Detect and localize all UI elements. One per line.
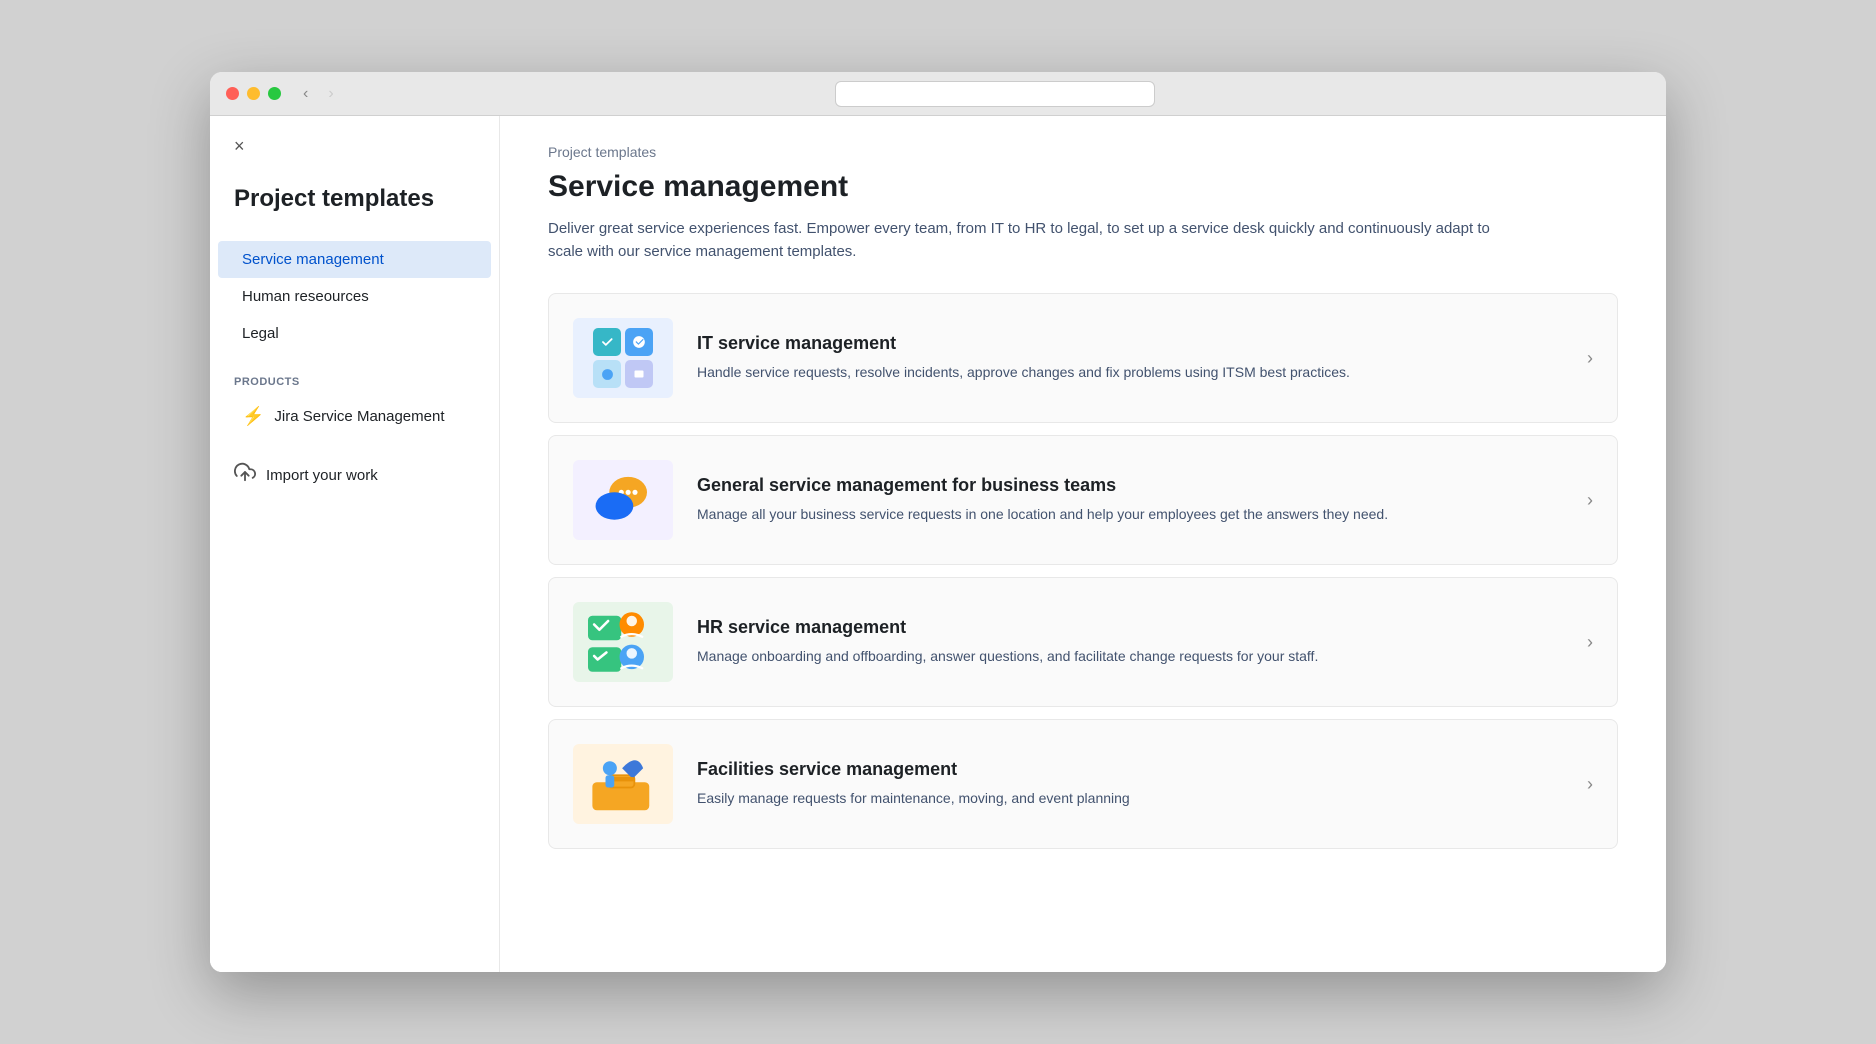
it-service-management-chevron: › xyxy=(1587,348,1593,369)
general-service-management-title: General service management for business … xyxy=(697,475,1563,496)
template-card-hr-service-management[interactable]: HR service management Manage onboarding … xyxy=(548,577,1618,707)
page-title: Service management xyxy=(548,170,1618,204)
sidebar-item-jira-service-management[interactable]: ⚡ Jira Service Management xyxy=(218,396,491,437)
facilities-service-management-title: Facilities service management xyxy=(697,759,1563,780)
close-window-button[interactable] xyxy=(226,87,239,100)
facilities-service-management-desc: Easily manage requests for maintenance, … xyxy=(697,788,1563,809)
hr-service-management-info: HR service management Manage onboarding … xyxy=(697,617,1563,667)
app-body: × Project templates Service management H… xyxy=(210,116,1666,972)
products-section-label: PRODUCTS xyxy=(210,352,499,396)
general-service-management-chevron: › xyxy=(1587,490,1593,511)
it-service-management-info: IT service management Handle service req… xyxy=(697,333,1563,383)
it-service-management-desc: Handle service requests, resolve inciden… xyxy=(697,362,1563,383)
facilities-service-management-chevron: › xyxy=(1587,774,1593,795)
traffic-lights xyxy=(226,87,281,100)
template-card-general-service-management[interactable]: General service management for business … xyxy=(548,435,1618,565)
template-card-it-service-management[interactable]: IT service management Handle service req… xyxy=(548,293,1618,423)
general-service-management-icon xyxy=(573,460,673,540)
sidebar-nav: Service management Human reseources Lega… xyxy=(210,241,499,352)
sidebar: × Project templates Service management H… xyxy=(210,116,500,972)
cloud-upload-icon xyxy=(234,461,256,489)
jira-service-management-icon: ⚡ xyxy=(242,406,264,427)
sidebar-title: Project templates xyxy=(210,173,499,241)
address-input[interactable] xyxy=(835,81,1155,107)
sidebar-item-service-management[interactable]: Service management xyxy=(218,241,491,278)
sidebar-item-legal[interactable]: Legal xyxy=(218,315,491,352)
page-description: Deliver great service experiences fast. … xyxy=(548,218,1508,263)
hr-service-management-desc: Manage onboarding and offboarding, answe… xyxy=(697,646,1563,667)
main-content: Project templates Service management Del… xyxy=(500,116,1666,972)
hr-service-management-title: HR service management xyxy=(697,617,1563,638)
general-service-management-info: General service management for business … xyxy=(697,475,1563,525)
jira-service-management-label: Jira Service Management xyxy=(274,408,444,425)
hr-service-management-chevron: › xyxy=(1587,632,1593,653)
template-card-facilities-service-management[interactable]: Facilities service management Easily man… xyxy=(548,719,1618,849)
forward-button[interactable]: › xyxy=(322,83,339,105)
close-button[interactable]: × xyxy=(210,136,269,173)
titlebar: ‹ › xyxy=(210,72,1666,116)
maximize-window-button[interactable] xyxy=(268,87,281,100)
general-service-management-desc: Manage all your business service request… xyxy=(697,504,1563,525)
it-service-management-title: IT service management xyxy=(697,333,1563,354)
nav-buttons: ‹ › xyxy=(297,83,340,105)
import-your-work[interactable]: Import your work xyxy=(210,437,499,499)
facilities-service-management-icon xyxy=(573,744,673,824)
minimize-window-button[interactable] xyxy=(247,87,260,100)
hr-service-management-icon xyxy=(573,602,673,682)
back-button[interactable]: ‹ xyxy=(297,83,314,105)
sidebar-item-human-resources[interactable]: Human reseources xyxy=(218,278,491,315)
address-bar xyxy=(340,81,1650,107)
it-service-management-icon xyxy=(573,318,673,398)
import-label: Import your work xyxy=(266,467,378,484)
app-window: ‹ › × Project templates Service manageme… xyxy=(210,72,1666,972)
breadcrumb: Project templates xyxy=(548,144,1618,160)
facilities-service-management-info: Facilities service management Easily man… xyxy=(697,759,1563,809)
